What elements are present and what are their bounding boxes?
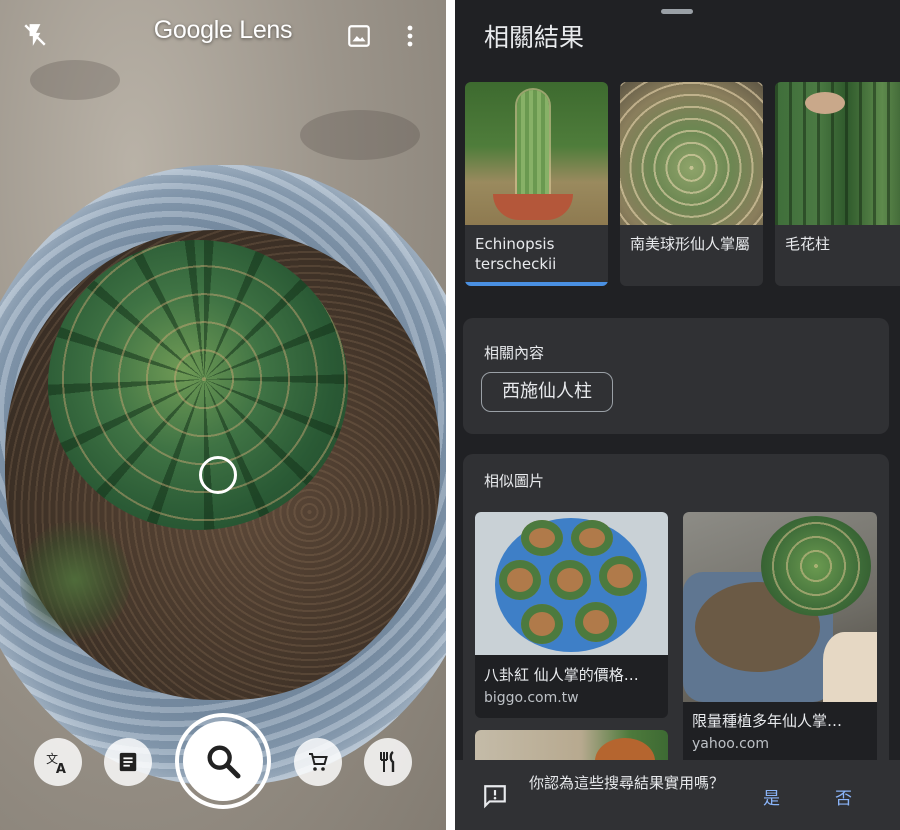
moss bbox=[20, 520, 130, 640]
related-content-card: 相關內容 西施仙人柱 bbox=[463, 318, 889, 434]
result-title: 限量種植多年仙人掌… bbox=[692, 712, 843, 730]
similar-image-result[interactable]: 八卦紅 仙人掌的價格… biggo.com.tw bbox=[475, 512, 668, 718]
result-image bbox=[683, 512, 877, 702]
search-icon bbox=[183, 721, 263, 801]
results-sheet[interactable]: 相關結果 Echinopsis terscheckii 南美球形仙人掌屬 毛花柱 bbox=[455, 0, 900, 830]
feedback-question: 你認為這些搜尋結果實用嗎？ bbox=[529, 774, 725, 792]
feedback-icon[interactable] bbox=[480, 781, 510, 811]
more-vert-icon[interactable] bbox=[396, 21, 424, 51]
related-content-chip[interactable]: 西施仙人柱 bbox=[481, 372, 613, 412]
feedback-bar: 你認為這些搜尋結果實用嗎？ 是 否 bbox=[455, 760, 900, 830]
result-label: Echinopsis terscheckii bbox=[475, 235, 557, 273]
search-shutter-button[interactable] bbox=[175, 713, 271, 809]
result-label: 毛花柱 bbox=[785, 235, 831, 253]
feedback-yes-button[interactable]: 是 bbox=[763, 784, 780, 809]
similar-image-result[interactable]: 限量種植多年仙人掌… yahoo.com bbox=[683, 512, 877, 772]
related-content-heading: 相關內容 bbox=[484, 344, 545, 362]
result-source: biggo.com.tw bbox=[484, 690, 579, 706]
result-image bbox=[465, 82, 608, 225]
cactus-subject bbox=[48, 240, 348, 530]
shopping-cart-icon[interactable] bbox=[294, 738, 342, 786]
sheet-drag-handle[interactable] bbox=[661, 9, 693, 14]
camera-top-bar: Google Lens bbox=[0, 0, 446, 70]
app-title: Google Lens bbox=[153, 16, 293, 44]
related-result-card[interactable]: Echinopsis terscheckii bbox=[465, 82, 608, 286]
result-image bbox=[620, 82, 763, 225]
dining-icon[interactable] bbox=[364, 738, 412, 786]
screen: Google Lens 文A 相關結果 Echinopsis terscheck… bbox=[0, 0, 900, 830]
similar-images-card: 相似圖片 八卦紅 仙人掌的價格… biggo.com.tw 限量種植多年仙人掌…… bbox=[463, 454, 889, 784]
feedback-no-button[interactable]: 否 bbox=[835, 784, 852, 809]
result-title: 八卦紅 仙人掌的價格… bbox=[484, 666, 639, 684]
text-icon[interactable] bbox=[104, 738, 152, 786]
similar-images-heading: 相似圖片 bbox=[484, 472, 545, 490]
camera-mode-bar: 文A bbox=[0, 710, 446, 830]
result-image bbox=[475, 512, 668, 655]
selected-indicator bbox=[465, 282, 608, 286]
gallery-icon[interactable] bbox=[344, 21, 374, 51]
translate-icon[interactable]: 文A bbox=[34, 738, 82, 786]
result-source: yahoo.com bbox=[692, 736, 769, 752]
related-result-card[interactable]: 毛花柱 bbox=[775, 82, 900, 286]
focus-point[interactable] bbox=[199, 456, 237, 494]
results-title: 相關結果 bbox=[484, 23, 585, 52]
svg-text:A: A bbox=[56, 762, 66, 775]
related-result-card[interactable]: 南美球形仙人掌屬 bbox=[620, 82, 763, 286]
result-label: 南美球形仙人掌屬 bbox=[630, 235, 751, 253]
result-image bbox=[775, 82, 900, 225]
concrete-texture bbox=[300, 110, 420, 160]
camera-viewfinder[interactable]: Google Lens 文A bbox=[0, 0, 446, 830]
